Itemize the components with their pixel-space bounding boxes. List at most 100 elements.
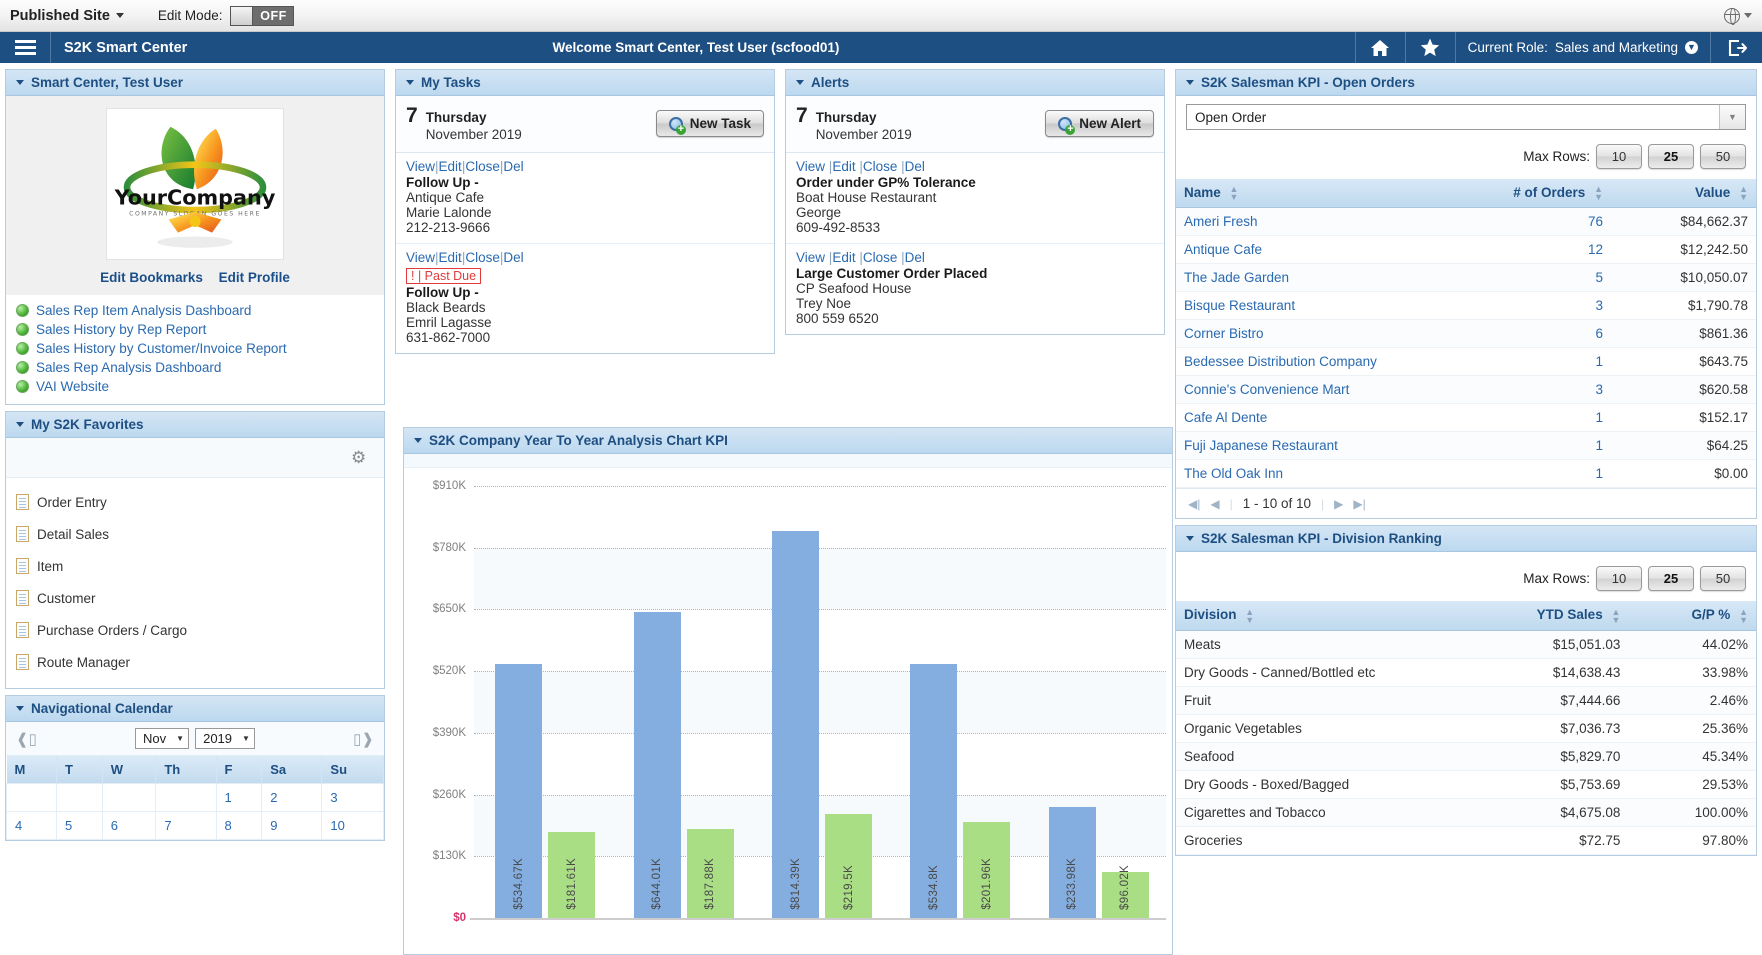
table-row[interactable]: Dry Goods - Canned/Bottled etc $14,638.43… xyxy=(1176,658,1756,687)
task-view-link[interactable]: View xyxy=(406,250,435,265)
bookmark-label[interactable]: VAI Website xyxy=(36,379,109,394)
list-item[interactable]: Purchase Orders / Cargo xyxy=(16,614,384,646)
max-rows-50-button[interactable]: 50 xyxy=(1700,144,1746,169)
table-row[interactable]: Corner Bistro 6 $861.36 xyxy=(1176,319,1756,349)
calendar-day-cell[interactable]: 3 xyxy=(321,783,384,812)
open-orders-header[interactable]: S2K Salesman KPI - Open Orders xyxy=(1176,70,1756,96)
max-rows-50-button[interactable]: 50 xyxy=(1700,566,1746,592)
prev-arrow-icon[interactable]: ❰▯ xyxy=(16,730,37,748)
cell-name[interactable]: Ameri Fresh xyxy=(1176,207,1478,237)
table-row[interactable]: Connie's Convenience Mart 3 $620.58 xyxy=(1176,375,1756,405)
next-arrow-icon[interactable]: ▯❱ xyxy=(353,730,374,748)
task-close-link[interactable]: Close xyxy=(465,159,500,174)
prev-page-icon[interactable]: ◀ xyxy=(1210,497,1219,511)
chart-bar[interactable]: $181.61K xyxy=(548,831,596,918)
edit-profile-link[interactable]: Edit Profile xyxy=(219,270,290,285)
table-row[interactable]: Bisque Restaurant 3 $1,790.78 xyxy=(1176,291,1756,321)
edit-bookmarks-link[interactable]: Edit Bookmarks xyxy=(100,270,203,285)
alert-del-link[interactable]: Del xyxy=(905,159,925,174)
max-rows-10-button[interactable]: 10 xyxy=(1596,144,1642,169)
sort-icon[interactable]: ▲ ▼ xyxy=(1611,607,1620,624)
sort-icon[interactable]: ▲ ▼ xyxy=(1739,185,1748,202)
bookmark-label[interactable]: Sales Rep Item Analysis Dashboard xyxy=(36,303,251,318)
star-icon[interactable] xyxy=(1404,32,1455,63)
table-row[interactable]: The Old Oak Inn 1 $0.00 xyxy=(1176,459,1756,489)
calendar-day-cell[interactable]: 10 xyxy=(321,811,384,840)
sort-icon[interactable]: ▲ ▼ xyxy=(1594,185,1603,202)
cell-name[interactable]: The Jade Garden xyxy=(1176,263,1478,293)
table-row[interactable]: Seafood $5,829.70 45.34% xyxy=(1176,742,1756,771)
table-row[interactable]: Bedessee Distribution Company 1 $643.75 xyxy=(1176,347,1756,377)
column-header-gp[interactable]: G/P % ▲ ▼ xyxy=(1628,601,1756,631)
task-del-link[interactable]: Del xyxy=(503,250,523,265)
table-row[interactable]: Groceries $72.75 97.80% xyxy=(1176,826,1756,855)
language-selector[interactable] xyxy=(1724,7,1752,25)
table-row[interactable]: Fruit $7,444.66 2.46% xyxy=(1176,686,1756,715)
chart-bar[interactable]: $187.88K xyxy=(686,828,734,918)
last-page-icon[interactable]: ▶| xyxy=(1353,497,1365,511)
published-site-dropdown[interactable]: Published Site xyxy=(10,8,124,24)
new-task-button[interactable]: New Task xyxy=(655,110,764,138)
calendar-day-cell[interactable] xyxy=(56,783,103,812)
cell-name[interactable]: Bisque Restaurant xyxy=(1176,291,1478,321)
calendar-day-cell[interactable]: 2 xyxy=(261,783,323,812)
gear-icon[interactable]: ⚙ xyxy=(351,449,368,466)
bookmark-label[interactable]: Sales Rep Analysis Dashboard xyxy=(36,360,221,375)
chart-bar[interactable]: $201.96K xyxy=(963,822,1011,918)
cell-name[interactable]: Connie's Convenience Mart xyxy=(1176,375,1478,405)
alert-close-link[interactable]: Close xyxy=(863,159,898,174)
alert-del-link[interactable]: Del xyxy=(905,250,925,265)
list-item[interactable]: Sales History by Customer/Invoice Report xyxy=(16,339,384,358)
chart-bar[interactable]: $534.67K xyxy=(495,664,543,918)
column-header-orders[interactable]: # of Orders ▲ ▼ xyxy=(1477,179,1611,209)
max-rows-10-button[interactable]: 10 xyxy=(1596,566,1642,592)
alert-view-link[interactable]: View xyxy=(796,159,825,174)
chart-bar[interactable]: $96.02K xyxy=(1101,865,1149,918)
next-page-icon[interactable]: ▶ xyxy=(1334,497,1343,511)
table-row[interactable]: Cafe Al Dente 1 $152.17 xyxy=(1176,403,1756,433)
calendar-day-cell[interactable]: 6 xyxy=(101,811,157,840)
list-item[interactable]: Sales History by Rep Report xyxy=(16,320,384,339)
calendar-day-cell[interactable]: 4 xyxy=(5,811,58,840)
column-header-division[interactable]: Division ▲ ▼ xyxy=(1176,601,1478,631)
cell-name[interactable]: Antique Cafe xyxy=(1176,235,1478,265)
chart-bar[interactable]: $644.01K xyxy=(633,612,681,918)
list-item[interactable]: Sales Rep Analysis Dashboard xyxy=(16,358,384,377)
calendar-day-cell[interactable]: 9 xyxy=(261,811,323,840)
task-close-link[interactable]: Close xyxy=(465,250,500,265)
chart-bar[interactable]: $534.8K xyxy=(910,664,958,918)
calendar-day-cell[interactable] xyxy=(155,783,217,812)
year-select[interactable]: 2019 ▼ xyxy=(195,728,255,749)
home-icon[interactable] xyxy=(1354,32,1405,63)
list-item[interactable]: Item xyxy=(16,550,384,582)
edit-mode-toggle[interactable]: OFF xyxy=(230,5,295,26)
logout-icon[interactable] xyxy=(1710,32,1762,63)
alert-view-link[interactable]: View xyxy=(796,250,825,265)
bookmark-label[interactable]: Sales History by Customer/Invoice Report xyxy=(36,341,287,356)
cell-name[interactable]: Fuji Japanese Restaurant xyxy=(1176,431,1478,461)
alerts-panel-header[interactable]: Alerts xyxy=(786,70,1164,96)
table-row[interactable]: Cigarettes and Tobacco $4,675.08 100.00% xyxy=(1176,798,1756,827)
list-item[interactable]: Detail Sales xyxy=(16,518,384,550)
list-item[interactable]: Order Entry xyxy=(16,486,384,518)
column-header-name[interactable]: Name ▲ ▼ xyxy=(1176,179,1478,209)
chart-bar[interactable]: $219.5K xyxy=(825,813,872,918)
sort-icon[interactable]: ▲ ▼ xyxy=(1245,607,1254,624)
table-row[interactable]: Dry Goods - Boxed/Bagged $5,753.69 29.53% xyxy=(1176,770,1756,799)
list-item[interactable]: Route Manager xyxy=(16,646,384,678)
alert-edit-link[interactable]: Edit xyxy=(832,159,855,174)
table-row[interactable]: Organic Vegetables $7,036.73 25.36% xyxy=(1176,714,1756,743)
user-panel-header[interactable]: Smart Center, Test User xyxy=(6,70,384,96)
cell-name[interactable]: Cafe Al Dente xyxy=(1176,403,1478,433)
alert-close-link[interactable]: Close xyxy=(863,250,898,265)
chart-panel-header[interactable]: S2K Company Year To Year Analysis Chart … xyxy=(404,428,1172,454)
current-role-selector[interactable]: Current Role: Sales and Marketing ▼ xyxy=(1454,32,1710,63)
open-order-type-select[interactable]: Open Order ▼ xyxy=(1186,104,1746,130)
calendar-day-cell[interactable]: 8 xyxy=(215,811,263,840)
task-edit-link[interactable]: Edit xyxy=(439,250,462,265)
column-header-ytd-sales[interactable]: YTD Sales ▲ ▼ xyxy=(1477,601,1629,631)
tasks-panel-header[interactable]: My Tasks xyxy=(396,70,774,96)
table-row[interactable]: Antique Cafe 12 $12,242.50 xyxy=(1176,235,1756,265)
sort-icon[interactable]: ▲ ▼ xyxy=(1230,185,1239,202)
max-rows-25-button[interactable]: 25 xyxy=(1648,566,1694,592)
